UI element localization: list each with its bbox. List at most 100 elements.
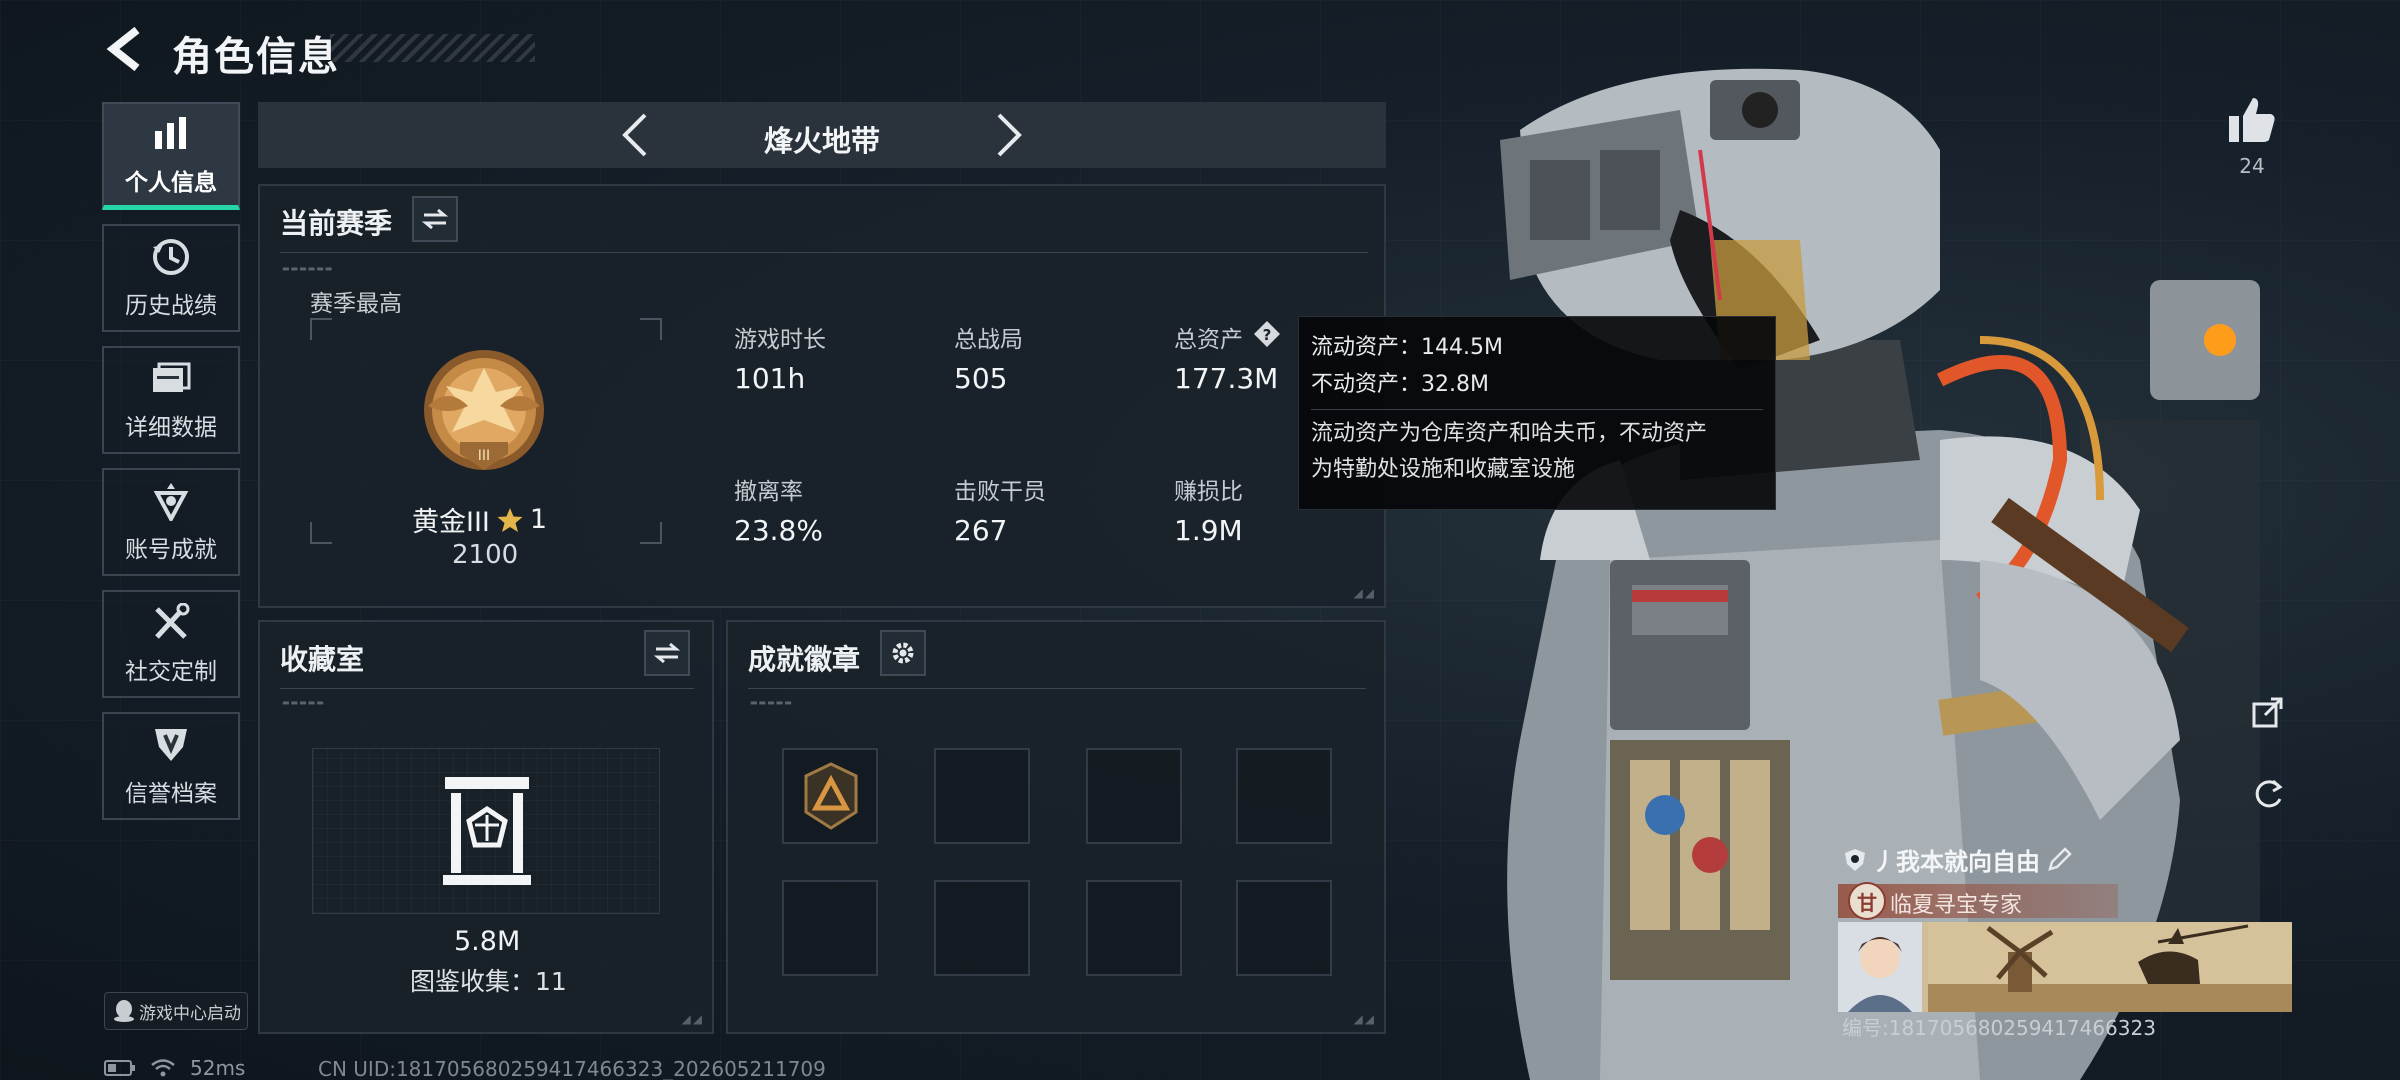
divider (280, 688, 694, 689)
windmill-art (1928, 922, 2292, 1012)
stat-playtime-label: 游戏时长 (734, 327, 826, 353)
wifi-icon (151, 1059, 175, 1077)
edit-icon[interactable] (2046, 846, 2072, 873)
rank-emblem-icon: III (424, 350, 544, 470)
mode-label: 烽火地带 (763, 124, 880, 158)
badge-slot[interactable] (934, 748, 1030, 844)
season-switch-button[interactable] (412, 196, 458, 242)
nav-label: 账号成就 (125, 537, 217, 563)
player-title: 临夏寻宝专家 (1890, 893, 2023, 918)
nav-item-social-custom[interactable]: 社交定制 (102, 590, 240, 698)
rank-name: 黄金III (412, 507, 490, 538)
rank-name-row: 黄金III 1 (412, 500, 547, 539)
tooltip-desc-2: 为特勤处设施和收藏室设施 (1311, 457, 1576, 482)
panel-corner-mark: ◢◢ (681, 1012, 704, 1026)
decor-dash: ▬▬▬▬▬▬ (282, 264, 334, 273)
panel-corner-mark: ◢◢ (1353, 1012, 1376, 1026)
stat-assets-label: 总资产 (1174, 327, 1243, 353)
shield-icon (1845, 848, 1865, 871)
nav-item-detailed-data[interactable]: 详细数据 (102, 346, 240, 454)
star-icon (497, 507, 523, 532)
rotate-button[interactable] (2244, 770, 2292, 818)
stat-playtime-value: 101h (734, 362, 806, 395)
stat-assets-value: 177.3M (1174, 362, 1279, 395)
nav-item-reputation[interactable]: 信誉档案 (102, 712, 240, 820)
assets-tooltip: 流动资产：144.5M 不动资产：32.8M 流动资产为仓库资产和哈夫币，不动资… (1298, 316, 1776, 510)
tooltip-divider (1311, 409, 1763, 410)
decor-dash: ▬▬▬▬▬ (282, 698, 325, 707)
collection-value: 5.8M (454, 926, 521, 957)
stat-profit-label: 赚损比 (1174, 479, 1243, 505)
launcher-label: 游戏中心启动 (139, 1003, 241, 1024)
achievement-icon (148, 480, 194, 522)
svg-text:III: III (478, 448, 490, 464)
achievements-settings-button[interactable] (880, 630, 926, 676)
decor-dash: ▬▬▬▬▬ (750, 698, 793, 707)
uid-text: CN UID:181705680259417466323_20260521170… (318, 1057, 826, 1080)
ping-value: 52ms (190, 1056, 246, 1080)
title-seal-icon: 甘 (1848, 882, 1886, 920)
mode-next-button[interactable] (984, 110, 1034, 160)
badge-slot[interactable] (1086, 748, 1182, 844)
stat-kills-label: 击败干员 (954, 479, 1046, 505)
refresh-icon (2255, 779, 2283, 808)
share-button[interactable] (2244, 688, 2292, 736)
player-card[interactable]: 丿我本就向自由 甘 临夏寻宝专家 编号:18170568025941746632… (1834, 838, 2292, 1040)
tools-icon (148, 602, 194, 644)
tooltip-desc-1: 流动资产为仓库资产和哈夫币，不动资产 (1311, 421, 1708, 446)
thumbs-up-icon (2229, 98, 2275, 142)
status-bar: 52ms (104, 1056, 245, 1080)
badge-slot[interactable] (782, 880, 878, 976)
avatar (1838, 922, 1922, 1012)
season-best-label: 赛季最高 (310, 291, 402, 317)
nav-label: 历史战绩 (125, 293, 217, 319)
title-decoration (330, 34, 535, 62)
mode-switcher: 烽火地带 (258, 102, 1386, 168)
nav-item-achievements[interactable]: 账号成就 (102, 468, 240, 576)
tooltip-fixed-assets: 不动资产：32.8M (1311, 372, 1489, 397)
player-id: 编号:181705680259417466323 (1842, 1016, 2156, 1040)
share-icon (2252, 697, 2283, 728)
badge-slot[interactable] (1236, 880, 1332, 976)
qq-icon (114, 1000, 134, 1022)
game-center-launch-badge[interactable]: 游戏中心启动 (104, 992, 248, 1030)
help-icon: ? (1254, 321, 1280, 347)
collection-title: 收藏室 (280, 643, 365, 676)
triangle-badge-icon (804, 762, 858, 830)
tooltip-liquid-assets: 流动资产：144.5M (1311, 335, 1503, 360)
chevron-right-icon (997, 113, 1022, 157)
swap-icon (654, 642, 680, 664)
back-button[interactable] (100, 22, 150, 76)
bar-chart-icon (148, 113, 194, 155)
rank-stars: 1 (529, 504, 548, 535)
nav-item-personal-info[interactable]: 个人信息 (102, 102, 240, 210)
gear-icon (892, 642, 914, 664)
badge-slot[interactable] (782, 748, 878, 844)
assets-help-button[interactable]: ? (1253, 320, 1281, 348)
stat-extract-label: 撤离率 (734, 479, 803, 505)
nav-label: 个人信息 (125, 169, 217, 196)
swap-icon (422, 208, 448, 230)
achievements-title: 成就徽章 (748, 643, 861, 676)
nav-item-history[interactable]: 历史战绩 (102, 224, 240, 332)
collection-switch-button[interactable] (644, 630, 690, 676)
season-title: 当前赛季 (280, 207, 393, 240)
like-count: 24 (2239, 154, 2265, 178)
rank-score: 2100 (452, 540, 519, 570)
badge-slot[interactable] (1086, 880, 1182, 976)
stat-extract-value: 23.8% (734, 514, 823, 547)
history-icon (148, 236, 194, 278)
like-button[interactable]: 24 (2224, 96, 2280, 178)
stat-matches-value: 505 (954, 362, 1008, 395)
stat-profit-value: 1.9M (1174, 514, 1243, 547)
badge-slot[interactable] (1236, 748, 1332, 844)
folder-icon (148, 358, 194, 400)
nav-label: 社交定制 (125, 659, 217, 685)
player-name: 丿我本就向自由 (1872, 848, 2040, 876)
svg-text:?: ? (1263, 326, 1272, 344)
divider (748, 688, 1366, 689)
seal-char: 甘 (1857, 890, 1877, 915)
badge-slot[interactable] (934, 880, 1030, 976)
collection-room-icon (443, 777, 531, 885)
collection-showcase[interactable] (312, 748, 660, 914)
